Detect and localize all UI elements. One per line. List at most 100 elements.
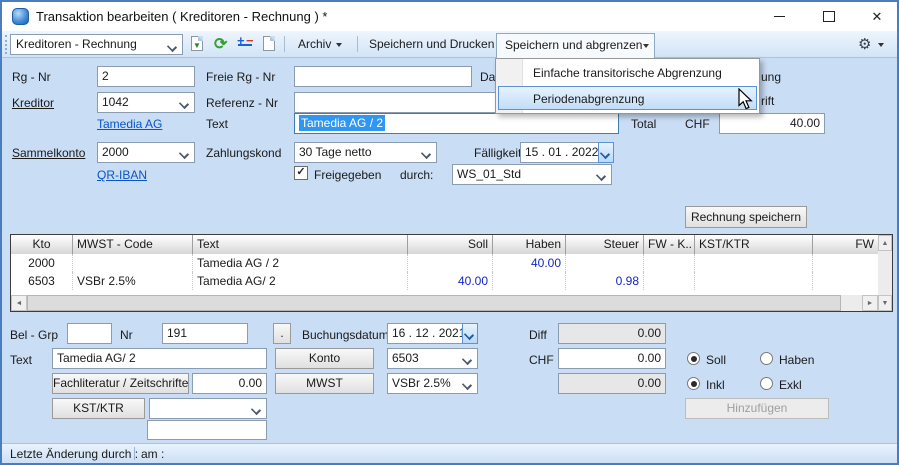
post-import-icon-button[interactable]: ▼ bbox=[188, 34, 208, 54]
cell-fw bbox=[813, 254, 878, 272]
check-icon: ✓ bbox=[296, 166, 305, 178]
kst-ktr-extra-field[interactable] bbox=[147, 420, 267, 440]
rg-nr-field[interactable]: 2 bbox=[97, 66, 195, 87]
statusbar-separator bbox=[134, 447, 135, 460]
menu-item-einfache-abgrenzung[interactable]: Einfache transitorische Abgrenzung bbox=[498, 61, 757, 85]
belastung-label-fragment: ung bbox=[761, 70, 781, 84]
sammelkonto-label-link[interactable]: Sammelkonto bbox=[12, 146, 85, 160]
h-scrollbar-thumb[interactable] bbox=[27, 295, 841, 311]
col-header-text[interactable]: Text bbox=[193, 235, 408, 254]
col-header-mwst[interactable]: MWST - Code bbox=[73, 235, 193, 254]
archiv-menu-button[interactable]: Archiv bbox=[290, 34, 347, 55]
zahlungskond-select[interactable]: 30 Tage netto bbox=[294, 142, 437, 163]
haben-radio-label: Haben bbox=[779, 353, 814, 367]
inkl-radio-label: Inkl bbox=[706, 378, 725, 392]
col-header-kst-ktr[interactable]: KST/KTR bbox=[695, 235, 813, 254]
cell-kst-ktr bbox=[695, 254, 813, 272]
col-header-haben[interactable]: Haben bbox=[493, 235, 566, 254]
sammelkonto-value: 2000 bbox=[102, 145, 129, 159]
bottom-text-field[interactable]: Tamedia AG/ 2 bbox=[52, 348, 267, 369]
table-row[interactable]: 6503 VSBr 2.5% Tamedia AG/ 2 40.00 0.98 bbox=[11, 272, 878, 290]
durch-select[interactable]: WS_01_Std bbox=[452, 164, 612, 185]
col-header-kto[interactable]: Kto bbox=[11, 235, 73, 254]
hinzufuegen-button[interactable]: Hinzufügen bbox=[685, 398, 829, 419]
statusbar: Letzte Änderung durch : am : bbox=[2, 443, 897, 463]
inkl-radio[interactable] bbox=[687, 377, 700, 390]
menu-item-periodenabgrenzung[interactable]: Periodenabgrenzung bbox=[498, 86, 757, 110]
adjust-amounts-icon-button[interactable]: + − bbox=[236, 34, 256, 54]
save-accrue-label: Speichern und abgrenzen bbox=[505, 38, 642, 52]
app-icon bbox=[12, 8, 29, 25]
kst-ktr-button[interactable]: KST/KTR bbox=[52, 398, 145, 419]
table-row[interactable]: 2000 Tamedia AG / 2 40.00 bbox=[11, 254, 878, 272]
bel-grp-field[interactable] bbox=[67, 323, 112, 344]
sammelkonto-select[interactable]: 2000 bbox=[97, 142, 195, 163]
nr-field[interactable]: 191 bbox=[162, 323, 248, 344]
dot-button[interactable]: . bbox=[273, 323, 291, 344]
col-header-fw-k[interactable]: FW - K.. bbox=[644, 235, 695, 254]
col-header-fw[interactable]: FW bbox=[813, 235, 878, 254]
scroll-left-button[interactable]: ◄ bbox=[11, 295, 27, 311]
close-button[interactable]: ✕ bbox=[856, 2, 898, 31]
col-header-soll[interactable]: Soll bbox=[408, 235, 493, 254]
new-document-icon-button[interactable] bbox=[260, 34, 280, 54]
mwst-select[interactable]: VSBr 2.5% bbox=[387, 373, 478, 394]
cell-soll: 40.00 bbox=[408, 272, 493, 290]
save-accrue-dropdown-menu: Einfache transitorische Abgrenzung Perio… bbox=[495, 58, 760, 114]
kst-ktr-select[interactable] bbox=[149, 398, 267, 419]
total-amount-field[interactable]: 40.00 bbox=[719, 113, 825, 134]
total-label: Total bbox=[631, 117, 656, 131]
cell-steuer bbox=[566, 254, 644, 272]
maximize-button[interactable] bbox=[808, 2, 850, 31]
scroll-down-button[interactable]: ▼ bbox=[878, 295, 892, 311]
fachliteratur-amount-field[interactable]: 0.00 bbox=[192, 373, 267, 394]
kreditor-select[interactable]: 1042 bbox=[97, 92, 195, 113]
save-print-menu-button[interactable]: Speichern und Drucken bbox=[361, 34, 510, 55]
cell-kto: 2000 bbox=[11, 254, 73, 272]
scroll-right-button[interactable]: ► bbox=[862, 295, 878, 311]
refresh-icon: ⟳ bbox=[214, 34, 227, 54]
haben-radio[interactable] bbox=[760, 352, 773, 365]
buchungsdatum-dropdown[interactable] bbox=[462, 323, 478, 344]
toolbar-separator bbox=[357, 36, 358, 52]
betrag-field[interactable]: 0.00 bbox=[558, 348, 666, 369]
save-accrue-menu-button[interactable]: Speichern und abgrenzen bbox=[496, 33, 655, 58]
freigegeben-checkbox[interactable]: ✓ bbox=[294, 166, 308, 180]
chevron-down-icon bbox=[643, 44, 649, 48]
mwst-button[interactable]: MWST bbox=[275, 373, 374, 394]
konto-button[interactable]: Konto bbox=[275, 348, 374, 369]
chevron-down-icon bbox=[251, 405, 261, 415]
zahlungskond-value: 30 Tage netto bbox=[299, 145, 372, 159]
fachliteratur-button[interactable]: Fachliteratur / Zeitschriften bbox=[52, 373, 189, 394]
freie-rg-nr-field[interactable] bbox=[294, 66, 472, 87]
chevron-down-icon bbox=[600, 149, 610, 159]
kreditor-label-link[interactable]: Kreditor bbox=[12, 96, 54, 110]
durch-value: WS_01_Std bbox=[457, 167, 521, 181]
cell-fw bbox=[813, 272, 878, 290]
settings-button[interactable]: ⚙ bbox=[858, 34, 886, 55]
chevron-down-icon bbox=[462, 380, 472, 390]
col-header-steuer[interactable]: Steuer bbox=[566, 235, 644, 254]
buchungsdatum-field[interactable]: 16 . 12 . 2021 bbox=[387, 323, 463, 344]
chevron-down-icon bbox=[464, 330, 474, 340]
chevron-down-icon bbox=[336, 43, 342, 47]
text-field[interactable]: Tamedia AG / 2 bbox=[294, 113, 619, 134]
exkl-radio[interactable] bbox=[760, 377, 773, 390]
rechnung-speichern-button[interactable]: Rechnung speichern bbox=[685, 206, 807, 228]
konto-select[interactable]: 6503 bbox=[387, 348, 478, 369]
save-print-label: Speichern und Drucken bbox=[369, 37, 494, 51]
soll-radio[interactable] bbox=[687, 352, 700, 365]
faelligkeit-date-field[interactable]: 15 . 01 . 2022 bbox=[520, 142, 599, 163]
faelligkeit-date-dropdown[interactable] bbox=[598, 142, 614, 163]
bottom-chf-label: CHF bbox=[529, 353, 554, 367]
refresh-icon-button[interactable]: ⟳ bbox=[212, 34, 232, 54]
scroll-up-button[interactable]: ▲ bbox=[878, 235, 892, 251]
kreditor-name-link[interactable]: Tamedia AG bbox=[97, 117, 162, 131]
exkl-radio-label: Exkl bbox=[779, 378, 802, 392]
qr-iban-link[interactable]: QR-IBAN bbox=[97, 168, 147, 182]
transaction-type-select[interactable]: Kreditoren - Rechnung bbox=[10, 34, 183, 55]
minimize-button[interactable] bbox=[758, 2, 800, 31]
referenz-nr-label: Referenz - Nr bbox=[206, 96, 278, 110]
cell-haben bbox=[493, 272, 566, 290]
scroll-up-icon: ▲ bbox=[882, 240, 889, 247]
